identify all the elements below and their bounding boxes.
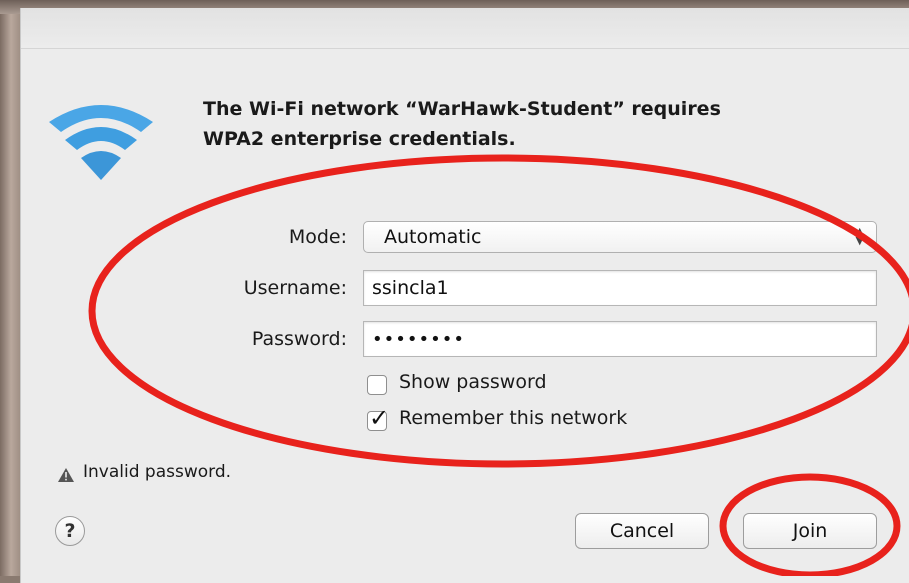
checkmark-icon: ✓ (369, 404, 390, 432)
password-label: Password: (251, 328, 347, 350)
remember-network-label: Remember this network (399, 407, 628, 429)
wifi-credentials-dialog: The Wi-Fi network “WarHawk-Student” requ… (20, 8, 909, 583)
wifi-icon (49, 105, 153, 180)
cancel-button-label: Cancel (609, 520, 675, 542)
warning-triangle-icon (58, 468, 74, 482)
mode-select[interactable]: Automatic ▲ ▼ (363, 221, 877, 253)
join-button-label: Join (792, 520, 828, 542)
password-field[interactable]: •••••••• (363, 321, 877, 357)
show-password-label: Show password (399, 371, 547, 393)
password-mask: •••••••• (372, 329, 465, 350)
help-button[interactable]: ? (55, 516, 85, 546)
mode-label: Mode: (288, 226, 347, 248)
background-left-edge (0, 0, 22, 576)
help-icon: ? (64, 520, 76, 542)
heading-line-1: The Wi-Fi network “WarHawk-Student” requ… (203, 98, 721, 120)
dialog-heading: The Wi-Fi network “WarHawk-Student” requ… (203, 94, 883, 154)
join-button[interactable]: Join (743, 513, 877, 549)
chevron-updown-icon: ▲ ▼ (855, 225, 864, 247)
remember-network-checkbox[interactable]: ✓ (367, 404, 389, 432)
invalid-password-message: Invalid password. (83, 462, 232, 482)
cancel-button[interactable]: Cancel (575, 513, 709, 549)
username-value: ssincla1 (372, 277, 449, 299)
dialog-top-bar (21, 8, 909, 49)
username-field[interactable]: ssincla1 (363, 270, 877, 306)
username-label: Username: (243, 277, 347, 299)
mode-select-value: Automatic (384, 226, 482, 248)
heading-line-2: WPA2 enterprise credentials. (203, 128, 516, 150)
show-password-checkbox[interactable] (367, 375, 387, 395)
